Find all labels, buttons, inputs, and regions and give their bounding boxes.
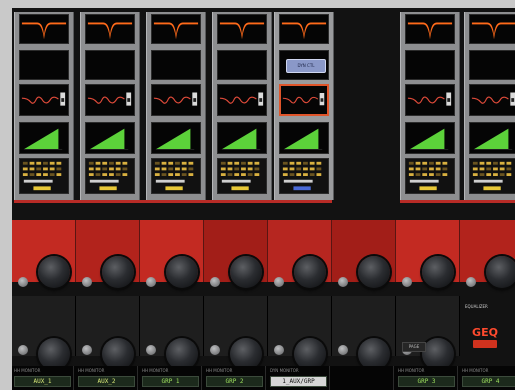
channel-strip[interactable] — [14, 12, 74, 200]
channel-strip[interactable] — [400, 12, 460, 200]
channel-name[interactable]: HH MONITOR AUX_1 — [12, 366, 74, 390]
lower-band — [12, 296, 515, 370]
gate-display[interactable] — [405, 50, 455, 80]
comp-display[interactable] — [279, 122, 329, 154]
routing-display[interactable] — [85, 158, 135, 194]
select-led[interactable] — [146, 277, 156, 287]
select-led[interactable] — [210, 277, 220, 287]
routing-display[interactable] — [405, 158, 455, 194]
channel-strip[interactable] — [464, 12, 515, 200]
channel-name[interactable]: HH MONITOR GRP 3 — [396, 366, 458, 390]
hpf-display[interactable] — [405, 14, 455, 44]
select-led[interactable] — [274, 345, 284, 355]
channel-name-label: GRP 2 — [206, 376, 263, 387]
select-led[interactable] — [146, 345, 156, 355]
gate-display[interactable] — [151, 50, 201, 80]
hpf-display[interactable] — [151, 14, 201, 44]
channel-name[interactable]: HH MONITOR AUX_2 — [76, 366, 138, 390]
select-led[interactable] — [210, 345, 220, 355]
select-led[interactable] — [402, 277, 412, 287]
hpf-display[interactable] — [279, 14, 329, 44]
routing-display[interactable] — [19, 158, 69, 194]
encoder-knob[interactable] — [102, 256, 134, 288]
hpf-display[interactable] — [217, 14, 267, 44]
channel-name-label: AUX_1 — [14, 376, 71, 387]
channel-name[interactable]: HH MONITOR GRP 1 — [140, 366, 202, 390]
eq-display[interactable] — [151, 84, 201, 116]
hpf-display[interactable] — [19, 14, 69, 44]
comp-display[interactable] — [19, 122, 69, 154]
select-led[interactable] — [338, 277, 348, 287]
encoder-knob[interactable] — [166, 256, 198, 288]
routing-display[interactable] — [151, 158, 201, 194]
channel-name-bar: HH MONITOR AUX_1 HH MONITOR AUX_2 HH MONITOR… — [12, 366, 515, 390]
eq-display[interactable] — [19, 84, 69, 116]
eq-display[interactable] — [217, 84, 267, 116]
channel-strip[interactable] — [80, 12, 140, 200]
gate-display[interactable] — [85, 50, 135, 80]
channel-strip[interactable] — [146, 12, 206, 200]
eq-display[interactable] — [469, 84, 515, 116]
channel-name[interactable] — [332, 366, 394, 390]
mixer-screen: DYN CTL EQUALIZER GEQ PAGE HH MONITOR AUX… — [0, 0, 515, 390]
routing-display[interactable] — [469, 158, 515, 194]
select-led[interactable] — [338, 345, 348, 355]
section-divider — [400, 200, 515, 203]
channel-strip[interactable] — [212, 12, 272, 200]
channel-name-label: GRP 3 — [398, 376, 455, 387]
encoder-knob[interactable] — [422, 256, 454, 288]
encoder-knob[interactable] — [38, 256, 70, 288]
comp-display[interactable] — [85, 122, 135, 154]
routing-display[interactable] — [279, 158, 329, 194]
channel-name[interactable]: DYN MONITOR 1_AUX/GRP — [268, 366, 330, 390]
channel-name[interactable]: HH MONITOR GRP 2 — [204, 366, 266, 390]
channel-name-label: AUX_2 — [78, 376, 135, 387]
channel-name[interactable]: HH MONITOR GRP 4 — [460, 366, 515, 390]
comp-display[interactable] — [405, 122, 455, 154]
select-led[interactable] — [466, 277, 476, 287]
select-led[interactable] — [274, 277, 284, 287]
dyn-button[interactable]: DYN CTL — [286, 59, 326, 73]
mixer-frame: DYN CTL EQUALIZER GEQ PAGE HH MONITOR AUX… — [12, 8, 515, 390]
encoder-knob[interactable] — [294, 256, 326, 288]
channel-name-top: HH MONITOR — [462, 368, 489, 373]
gate-display[interactable] — [19, 50, 69, 80]
page-button[interactable]: PAGE — [402, 342, 426, 352]
channel-name-label: GRP 1 — [142, 376, 199, 387]
select-led[interactable] — [82, 345, 92, 355]
select-led[interactable] — [18, 345, 28, 355]
encoder-row-upper — [12, 246, 515, 298]
encoder-knob[interactable] — [230, 256, 262, 288]
select-led[interactable] — [18, 277, 28, 287]
channel-name-top: HH MONITOR — [206, 368, 233, 373]
channel-name-label: 1_AUX/GRP — [270, 376, 327, 387]
channel-name-label: GRP 4 — [462, 376, 515, 387]
routing-display[interactable] — [217, 158, 267, 194]
hpf-display[interactable] — [85, 14, 135, 44]
channel-name-top: HH MONITOR — [14, 368, 41, 373]
section-divider — [14, 200, 332, 203]
encoder-knob[interactable] — [486, 256, 515, 288]
eq-display[interactable] — [85, 84, 135, 116]
channel-name-top: HH MONITOR — [142, 368, 169, 373]
channel-name-top: HH MONITOR — [398, 368, 425, 373]
comp-display[interactable] — [469, 122, 515, 154]
geq-button[interactable] — [473, 340, 497, 348]
comp-display[interactable] — [217, 122, 267, 154]
select-led[interactable] — [82, 277, 92, 287]
channel-strip[interactable]: DYN CTL — [274, 12, 334, 200]
geq-control[interactable]: GEQ — [465, 304, 505, 356]
geq-label: GEQ — [472, 326, 498, 339]
eq-display[interactable] — [279, 84, 329, 116]
gate-display[interactable]: DYN CTL — [279, 50, 329, 80]
comp-display[interactable] — [151, 122, 201, 154]
hpf-display[interactable] — [469, 14, 515, 44]
gate-display[interactable] — [217, 50, 267, 80]
gate-display[interactable] — [469, 50, 515, 80]
eq-display[interactable] — [405, 84, 455, 116]
channel-name-top: HH MONITOR — [78, 368, 105, 373]
encoder-knob[interactable] — [358, 256, 390, 288]
channel-name-top: DYN MONITOR — [270, 368, 299, 373]
